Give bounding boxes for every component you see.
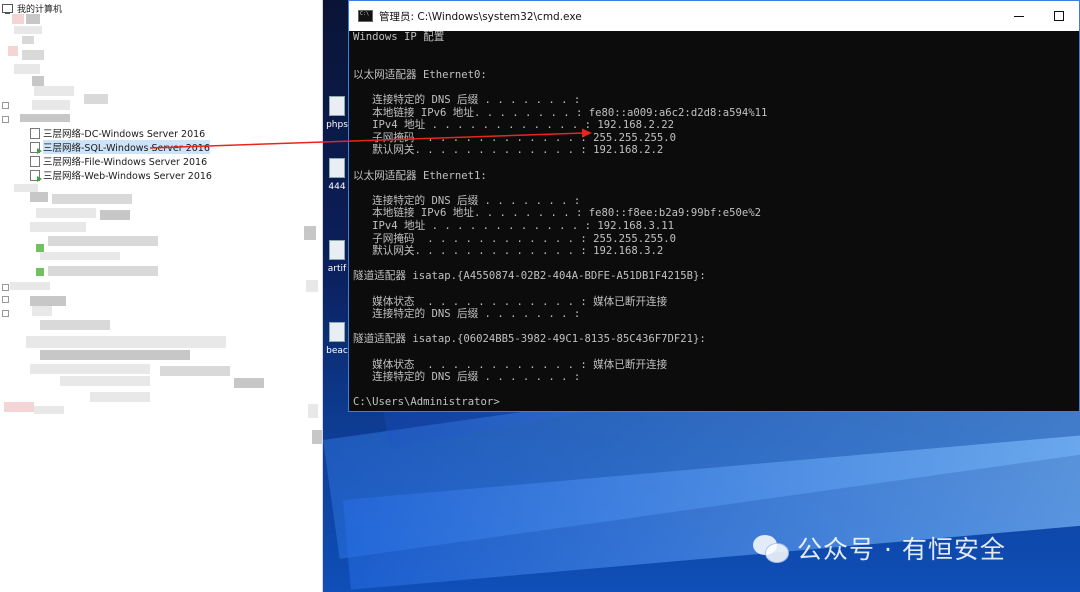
watermark: 公众号 · 有恒安全 (753, 530, 1006, 566)
wechat-icon (753, 533, 789, 563)
watermark-text: 公众号 · 有恒安全 (797, 535, 1006, 564)
arrow-head (582, 128, 592, 138)
arrow-line (149, 132, 585, 149)
annotation-arrow (149, 128, 592, 149)
